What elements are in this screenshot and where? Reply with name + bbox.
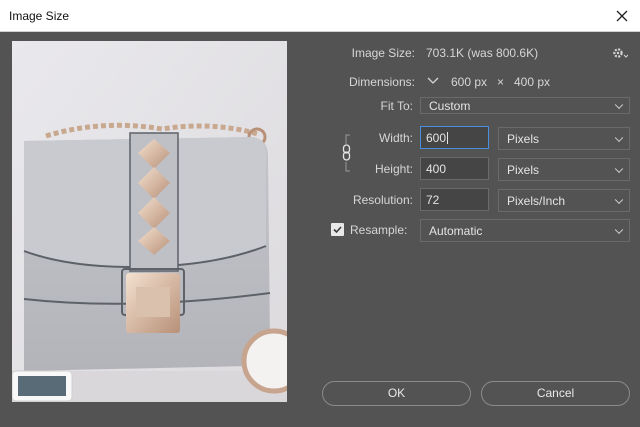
resample-value: Automatic [429,224,483,238]
chevron-down-icon [614,195,624,204]
ok-button[interactable]: OK [322,381,471,406]
resolution-unit-select[interactable]: Pixels/Inch [498,189,630,212]
width-unit-select[interactable]: Pixels [498,127,630,150]
fit-to-value: Custom [429,99,471,113]
chevron-down-icon [614,164,624,173]
text-caret [447,132,449,144]
fit-to-select[interactable]: Custom [420,97,630,114]
height-value: 400 [426,162,447,176]
width-value: 600 [426,131,447,145]
image-size-value: 703.1K (was 800.6K) [426,46,539,60]
cancel-button[interactable]: Cancel [481,381,630,406]
dimensions-width: 600 px [451,75,488,89]
resolution-label: Resolution: [352,193,413,207]
resample-checkbox[interactable] [331,223,344,236]
height-input[interactable]: 400 [420,157,489,180]
gear-icon[interactable] [612,46,629,60]
chevron-down-icon [614,133,624,142]
dimensions-label: Dimensions: [348,75,415,89]
window-title: Image Size [9,9,70,23]
image-preview[interactable] [12,41,287,402]
resample-label: Resample: [350,223,408,237]
resolution-input[interactable]: 72 [420,188,489,211]
width-unit-value: Pixels [507,132,540,146]
resolution-value: 72 [426,193,440,207]
image-size-label: Image Size: [351,46,415,60]
chevron-down-icon [614,100,624,109]
height-label: Height: [374,162,413,176]
chevron-down-icon [614,225,624,234]
width-input[interactable]: 600 [420,126,489,149]
dimensions-times: × [497,75,505,89]
resolution-unit-value: Pixels/Inch [507,194,566,208]
resample-select[interactable]: Automatic [420,219,630,242]
dimensions-chevron-down-icon[interactable] [426,74,440,88]
close-icon[interactable] [612,6,632,26]
fit-to-label: Fit To: [380,99,413,113]
height-unit-select[interactable]: Pixels [498,158,630,181]
title-bar: Image Size [0,0,640,32]
height-unit-value: Pixels [507,163,540,177]
dimensions-height: 400 px [514,75,551,89]
width-label: Width: [378,131,413,145]
